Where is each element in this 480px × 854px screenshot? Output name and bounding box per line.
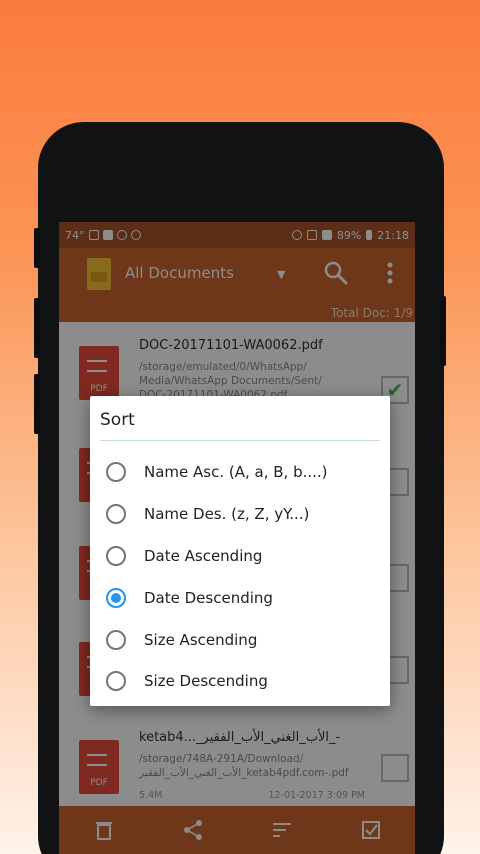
sort-option-size-desc[interactable]: Size Descending [90,661,390,701]
sort-option-name-des[interactable]: Name Des. (z, Z, yY...) [90,494,390,534]
sort-option-date-asc[interactable]: Date Ascending [90,536,390,576]
radio-button[interactable] [106,671,126,691]
sort-option-size-asc[interactable]: Size Ascending [90,620,390,660]
sort-option-date-desc[interactable]: Date Descending [90,578,390,618]
option-label: Date Descending [144,589,273,607]
option-label: Date Ascending [144,547,263,565]
radio-button[interactable] [106,504,126,524]
radio-button[interactable] [106,462,126,482]
phone-side-button [34,228,40,268]
option-label: Name Asc. (A, a, B, b....) [144,463,328,481]
sort-option-name-asc[interactable]: Name Asc. (A, a, B, b....) [90,452,390,492]
option-label: Name Des. (z, Z, yY...) [144,505,310,523]
phone-side-button [34,298,40,358]
sort-dialog: Sort Name Asc. (A, a, B, b....) Name Des… [90,396,390,706]
dialog-divider [100,440,380,441]
radio-button[interactable] [106,630,126,650]
option-label: Size Descending [144,672,268,690]
phone-side-button [440,296,446,366]
option-label: Size Ascending [144,631,258,649]
radio-button[interactable] [106,546,126,566]
radio-button-selected[interactable] [106,588,126,608]
dialog-title: Sort [100,410,135,430]
phone-side-button [34,374,40,434]
